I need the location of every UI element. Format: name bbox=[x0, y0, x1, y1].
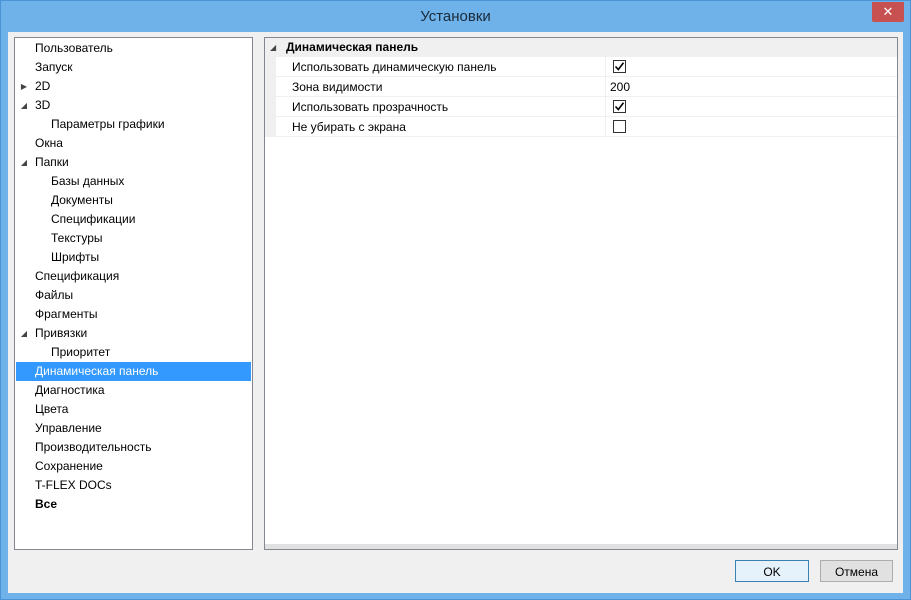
property-grid: ◢ Динамическая панель Использовать динам… bbox=[264, 37, 898, 550]
ok-button[interactable]: OK bbox=[735, 560, 809, 582]
property-row[interactable]: Зона видимости 200 bbox=[265, 77, 897, 97]
tree-item-label: Окна bbox=[35, 136, 63, 150]
property-name: Использовать динамическую панель bbox=[292, 60, 497, 74]
expand-arrow-icon[interactable]: ▶ bbox=[19, 77, 29, 96]
checked-checkbox[interactable] bbox=[613, 60, 626, 73]
property-row[interactable]: Использовать динамическую панель bbox=[265, 57, 897, 77]
tree-item[interactable]: ▶ 2D bbox=[16, 77, 251, 96]
tree-item-label: Базы данных bbox=[51, 174, 125, 188]
tree-item[interactable]: Шрифты bbox=[16, 248, 251, 267]
tree-item[interactable]: Окна bbox=[16, 134, 251, 153]
tree-item-label: Параметры графики bbox=[51, 117, 165, 131]
tree-item-label: Папки bbox=[35, 155, 69, 169]
property-row[interactable]: Не убирать с экрана bbox=[265, 117, 897, 137]
tree-item[interactable]: Производительность bbox=[16, 438, 251, 457]
close-icon: ✕ bbox=[882, 4, 894, 19]
column-splitter[interactable] bbox=[605, 97, 606, 117]
tree-item-label: 2D bbox=[35, 79, 51, 93]
property-row-gutter bbox=[265, 97, 276, 117]
tree-item-label: Диагностика bbox=[35, 383, 105, 397]
tree-item-label: Привязки bbox=[35, 326, 88, 340]
tree-item[interactable]: Приоритет bbox=[16, 343, 251, 362]
tree-item[interactable]: ◢ Папки bbox=[16, 153, 251, 172]
tree-item[interactable]: T-FLEX DOCs bbox=[16, 476, 251, 495]
property-row-gutter bbox=[265, 117, 276, 137]
tree-item-label: Производительность bbox=[35, 440, 152, 454]
tree-item[interactable]: Запуск bbox=[16, 58, 251, 77]
property-name: Использовать прозрачность bbox=[292, 100, 449, 114]
property-row[interactable]: Использовать прозрачность bbox=[265, 97, 897, 117]
tree-item-label: Спецификация bbox=[35, 269, 120, 283]
tree-item[interactable]: Диагностика bbox=[16, 381, 251, 400]
checkmark-icon bbox=[614, 62, 625, 71]
property-category-label: Динамическая панель bbox=[286, 40, 419, 54]
collapse-arrow-icon[interactable]: ◢ bbox=[270, 38, 276, 57]
collapse-arrow-icon[interactable]: ◢ bbox=[19, 324, 29, 343]
tree-item-label: Приоритет bbox=[51, 345, 111, 359]
close-button[interactable]: ✕ bbox=[872, 2, 904, 22]
tree-item-label: Спецификации bbox=[51, 212, 136, 226]
grid-bottom-strip bbox=[265, 544, 897, 549]
tree-item[interactable]: Параметры графики bbox=[16, 115, 251, 134]
tree-item-label: Текстуры bbox=[51, 231, 103, 245]
tree-item-label: Динамическая панель bbox=[35, 364, 159, 378]
property-category-row[interactable]: ◢ Динамическая панель bbox=[265, 38, 897, 57]
column-splitter[interactable] bbox=[605, 77, 606, 97]
property-row-gutter bbox=[265, 57, 276, 77]
collapse-arrow-icon[interactable]: ◢ bbox=[19, 96, 29, 115]
column-splitter[interactable] bbox=[605, 117, 606, 137]
collapse-arrow-icon[interactable]: ◢ bbox=[19, 153, 29, 172]
tree-item[interactable]: Сохранение bbox=[16, 457, 251, 476]
tree-item-label: Все bbox=[35, 497, 58, 511]
property-name: Зона видимости bbox=[292, 80, 383, 94]
tree-item-label: Файлы bbox=[35, 288, 74, 302]
tree-item[interactable]: Цвета bbox=[16, 400, 251, 419]
checkmark-icon bbox=[614, 102, 625, 111]
tree-item[interactable]: Пользователь bbox=[16, 39, 251, 58]
property-row-gutter bbox=[265, 77, 276, 97]
tree-item[interactable]: Все bbox=[16, 495, 251, 514]
tree-item-label: 3D bbox=[35, 98, 51, 112]
window-title: Установки bbox=[420, 8, 491, 25]
tree-item[interactable]: Спецификации bbox=[16, 210, 251, 229]
tree-item-label: Документы bbox=[51, 193, 113, 207]
tree-item[interactable]: Динамическая панель bbox=[16, 362, 251, 381]
tree-item[interactable]: ◢ Привязки bbox=[16, 324, 251, 343]
settings-dialog: Установки ✕ Пользователь Запуск ▶ 2D ◢ 3D Пара… bbox=[0, 0, 911, 600]
tree-item[interactable]: Фрагменты bbox=[16, 305, 251, 324]
tree-item-label: T-FLEX DOCs bbox=[35, 478, 112, 492]
title-bar[interactable]: Установки ✕ bbox=[1, 1, 910, 32]
tree-item-label: Фрагменты bbox=[35, 307, 98, 321]
tree-item[interactable]: Базы данных bbox=[16, 172, 251, 191]
tree-item[interactable]: ◢ 3D bbox=[16, 96, 251, 115]
unchecked-checkbox[interactable] bbox=[613, 120, 626, 133]
tree-item[interactable]: Текстуры bbox=[16, 229, 251, 248]
dialog-client-area: Пользователь Запуск ▶ 2D ◢ 3D Параметры график… bbox=[8, 32, 903, 593]
column-splitter[interactable] bbox=[605, 57, 606, 77]
cancel-button[interactable]: Отмена bbox=[820, 560, 893, 582]
tree-item-label: Цвета bbox=[35, 402, 69, 416]
tree-item-label: Шрифты bbox=[51, 250, 100, 264]
tree-item-label: Сохранение bbox=[35, 459, 103, 473]
tree-item-label: Пользователь bbox=[35, 41, 113, 55]
tree-item-label: Запуск bbox=[35, 60, 73, 74]
property-name: Не убирать с экрана bbox=[292, 120, 406, 134]
tree-item[interactable]: Спецификация bbox=[16, 267, 251, 286]
tree-item[interactable]: Управление bbox=[16, 419, 251, 438]
tree-item[interactable]: Документы bbox=[16, 191, 251, 210]
tree-item[interactable]: Файлы bbox=[16, 286, 251, 305]
tree-item-label: Управление bbox=[35, 421, 102, 435]
property-value-field[interactable]: 200 bbox=[610, 77, 630, 97]
settings-tree[interactable]: Пользователь Запуск ▶ 2D ◢ 3D Параметры график… bbox=[14, 37, 253, 550]
checked-checkbox[interactable] bbox=[613, 100, 626, 113]
